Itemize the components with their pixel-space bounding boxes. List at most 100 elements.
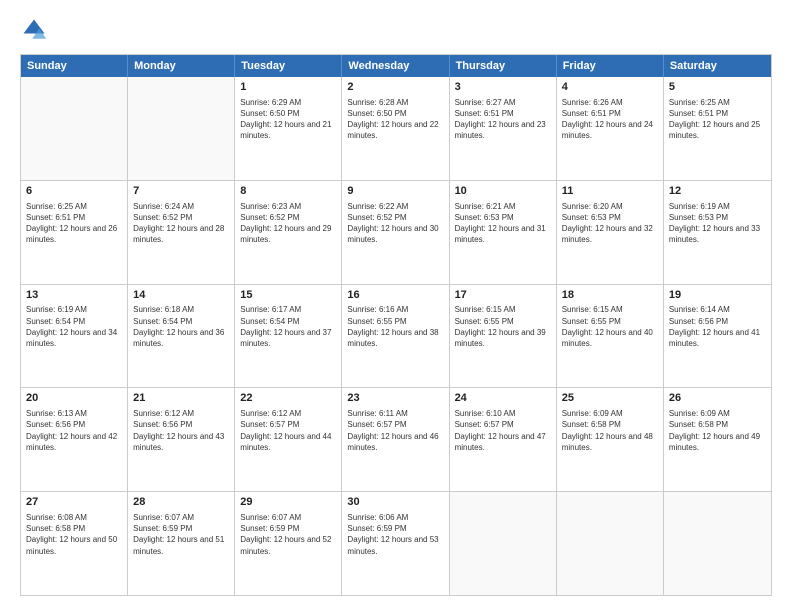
- cell-info: Sunrise: 6:08 AM Sunset: 6:58 PM Dayligh…: [26, 512, 122, 557]
- week-row-3: 20 Sunrise: 6:13 AM Sunset: 6:56 PM Dayli…: [21, 387, 771, 491]
- header-day-sunday: Sunday: [21, 55, 128, 77]
- day-number: 9: [347, 184, 443, 199]
- cal-cell: [557, 492, 664, 595]
- week-row-2: 13Sunrise: 6:19 AM Sunset: 6:54 PM Dayli…: [21, 284, 771, 388]
- day-number: 27: [26, 495, 122, 510]
- logo: [20, 16, 52, 44]
- cell-info: Sunrise: 6:12 AM Sunset: 6:57 PM Dayligh…: [240, 408, 336, 453]
- header: [20, 16, 772, 44]
- cal-cell: 19Sunrise: 6:14 AM Sunset: 6:56 PM Dayli…: [664, 285, 771, 388]
- week-row-4: 27 Sunrise: 6:08 AM Sunset: 6:58 PM Dayli…: [21, 491, 771, 595]
- cell-info: Sunrise: 6:25 AM Sunset: 6:51 PM Dayligh…: [26, 201, 122, 246]
- header-day-tuesday: Tuesday: [235, 55, 342, 77]
- header-day-saturday: Saturday: [664, 55, 771, 77]
- day-number: 7: [133, 184, 229, 199]
- cell-info: Sunrise: 6:24 AM Sunset: 6:52 PM Dayligh…: [133, 201, 229, 246]
- header-day-friday: Friday: [557, 55, 664, 77]
- cell-info: Sunrise: 6:07 AM Sunset: 6:59 PM Dayligh…: [133, 512, 229, 557]
- week-row-0: 1 Sunrise: 6:29 AM Sunset: 6:50 PM Daylig…: [21, 77, 771, 180]
- cal-cell: 4Sunrise: 6:26 AM Sunset: 6:51 PM Daylig…: [557, 77, 664, 180]
- day-number: 25: [562, 391, 658, 406]
- cal-cell: 16Sunrise: 6:16 AM Sunset: 6:55 PM Dayli…: [342, 285, 449, 388]
- cal-cell: 21 Sunrise: 6:12 AM Sunset: 6:56 PM Dayli…: [128, 388, 235, 491]
- day-number: 18: [562, 288, 658, 303]
- cal-cell: 17Sunrise: 6:15 AM Sunset: 6:55 PM Dayli…: [450, 285, 557, 388]
- cell-info: Sunrise: 6:15 AM Sunset: 6:55 PM Dayligh…: [455, 304, 551, 349]
- cal-cell: 30 Sunrise: 6:06 AM Sunset: 6:59 PM Dayli…: [342, 492, 449, 595]
- day-number: 10: [455, 184, 551, 199]
- day-number: 5: [669, 80, 766, 95]
- day-number: 28: [133, 495, 229, 510]
- cell-info: Sunrise: 6:25 AM Sunset: 6:51 PM Dayligh…: [669, 97, 766, 142]
- cal-cell: [21, 77, 128, 180]
- cell-info: Sunrise: 6:22 AM Sunset: 6:52 PM Dayligh…: [347, 201, 443, 246]
- calendar-header: SundayMondayTuesdayWednesdayThursdayFrid…: [21, 55, 771, 77]
- cal-cell: 7 Sunrise: 6:24 AM Sunset: 6:52 PM Daylig…: [128, 181, 235, 284]
- day-number: 23: [347, 391, 443, 406]
- cal-cell: 8Sunrise: 6:23 AM Sunset: 6:52 PM Daylig…: [235, 181, 342, 284]
- day-number: 2: [347, 80, 443, 95]
- day-number: 17: [455, 288, 551, 303]
- cal-cell: 27 Sunrise: 6:08 AM Sunset: 6:58 PM Dayli…: [21, 492, 128, 595]
- header-day-thursday: Thursday: [450, 55, 557, 77]
- cal-cell: 20 Sunrise: 6:13 AM Sunset: 6:56 PM Dayli…: [21, 388, 128, 491]
- cell-info: Sunrise: 6:07 AM Sunset: 6:59 PM Dayligh…: [240, 512, 336, 557]
- day-number: 20: [26, 391, 122, 406]
- cal-cell: 12 Sunrise: 6:19 AM Sunset: 6:53 PM Dayli…: [664, 181, 771, 284]
- day-number: 19: [669, 288, 766, 303]
- cell-info: Sunrise: 6:21 AM Sunset: 6:53 PM Dayligh…: [455, 201, 551, 246]
- day-number: 16: [347, 288, 443, 303]
- cal-cell: 25 Sunrise: 6:09 AM Sunset: 6:58 PM Dayli…: [557, 388, 664, 491]
- cell-info: Sunrise: 6:11 AM Sunset: 6:57 PM Dayligh…: [347, 408, 443, 453]
- cell-info: Sunrise: 6:09 AM Sunset: 6:58 PM Dayligh…: [562, 408, 658, 453]
- header-day-wednesday: Wednesday: [342, 55, 449, 77]
- day-number: 6: [26, 184, 122, 199]
- cell-info: Sunrise: 6:06 AM Sunset: 6:59 PM Dayligh…: [347, 512, 443, 557]
- cal-cell: 26 Sunrise: 6:09 AM Sunset: 6:58 PM Dayli…: [664, 388, 771, 491]
- day-number: 13: [26, 288, 122, 303]
- cell-info: Sunrise: 6:13 AM Sunset: 6:56 PM Dayligh…: [26, 408, 122, 453]
- cell-info: Sunrise: 6:20 AM Sunset: 6:53 PM Dayligh…: [562, 201, 658, 246]
- day-number: 12: [669, 184, 766, 199]
- logo-icon: [20, 16, 48, 44]
- day-number: 4: [562, 80, 658, 95]
- calendar-body: 1 Sunrise: 6:29 AM Sunset: 6:50 PM Daylig…: [21, 77, 771, 595]
- cal-cell: [664, 492, 771, 595]
- cell-info: Sunrise: 6:19 AM Sunset: 6:53 PM Dayligh…: [669, 201, 766, 246]
- cal-cell: 23 Sunrise: 6:11 AM Sunset: 6:57 PM Dayli…: [342, 388, 449, 491]
- cal-cell: 24Sunrise: 6:10 AM Sunset: 6:57 PM Dayli…: [450, 388, 557, 491]
- cell-info: Sunrise: 6:27 AM Sunset: 6:51 PM Dayligh…: [455, 97, 551, 142]
- cell-info: Sunrise: 6:16 AM Sunset: 6:55 PM Dayligh…: [347, 304, 443, 349]
- cal-cell: 13Sunrise: 6:19 AM Sunset: 6:54 PM Dayli…: [21, 285, 128, 388]
- cell-info: Sunrise: 6:19 AM Sunset: 6:54 PM Dayligh…: [26, 304, 122, 349]
- cal-cell: [450, 492, 557, 595]
- day-number: 22: [240, 391, 336, 406]
- day-number: 29: [240, 495, 336, 510]
- day-number: 1: [240, 80, 336, 95]
- cal-cell: 1 Sunrise: 6:29 AM Sunset: 6:50 PM Daylig…: [235, 77, 342, 180]
- cal-cell: 2 Sunrise: 6:28 AM Sunset: 6:50 PM Daylig…: [342, 77, 449, 180]
- cell-info: Sunrise: 6:29 AM Sunset: 6:50 PM Dayligh…: [240, 97, 336, 142]
- cal-cell: 10 Sunrise: 6:21 AM Sunset: 6:53 PM Dayli…: [450, 181, 557, 284]
- calendar: SundayMondayTuesdayWednesdayThursdayFrid…: [20, 54, 772, 596]
- day-number: 30: [347, 495, 443, 510]
- day-number: 15: [240, 288, 336, 303]
- cal-cell: 14Sunrise: 6:18 AM Sunset: 6:54 PM Dayli…: [128, 285, 235, 388]
- cell-info: Sunrise: 6:28 AM Sunset: 6:50 PM Dayligh…: [347, 97, 443, 142]
- day-number: 26: [669, 391, 766, 406]
- page: SundayMondayTuesdayWednesdayThursdayFrid…: [0, 0, 792, 612]
- cal-cell: 22 Sunrise: 6:12 AM Sunset: 6:57 PM Dayli…: [235, 388, 342, 491]
- cal-cell: 5 Sunrise: 6:25 AM Sunset: 6:51 PM Daylig…: [664, 77, 771, 180]
- cell-info: Sunrise: 6:18 AM Sunset: 6:54 PM Dayligh…: [133, 304, 229, 349]
- cell-info: Sunrise: 6:09 AM Sunset: 6:58 PM Dayligh…: [669, 408, 766, 453]
- cal-cell: 3Sunrise: 6:27 AM Sunset: 6:51 PM Daylig…: [450, 77, 557, 180]
- cal-cell: 9 Sunrise: 6:22 AM Sunset: 6:52 PM Daylig…: [342, 181, 449, 284]
- day-number: 14: [133, 288, 229, 303]
- day-number: 21: [133, 391, 229, 406]
- cal-cell: 29 Sunrise: 6:07 AM Sunset: 6:59 PM Dayli…: [235, 492, 342, 595]
- cal-cell: 18Sunrise: 6:15 AM Sunset: 6:55 PM Dayli…: [557, 285, 664, 388]
- cell-info: Sunrise: 6:17 AM Sunset: 6:54 PM Dayligh…: [240, 304, 336, 349]
- week-row-1: 6 Sunrise: 6:25 AM Sunset: 6:51 PM Daylig…: [21, 180, 771, 284]
- cell-info: Sunrise: 6:12 AM Sunset: 6:56 PM Dayligh…: [133, 408, 229, 453]
- day-number: 8: [240, 184, 336, 199]
